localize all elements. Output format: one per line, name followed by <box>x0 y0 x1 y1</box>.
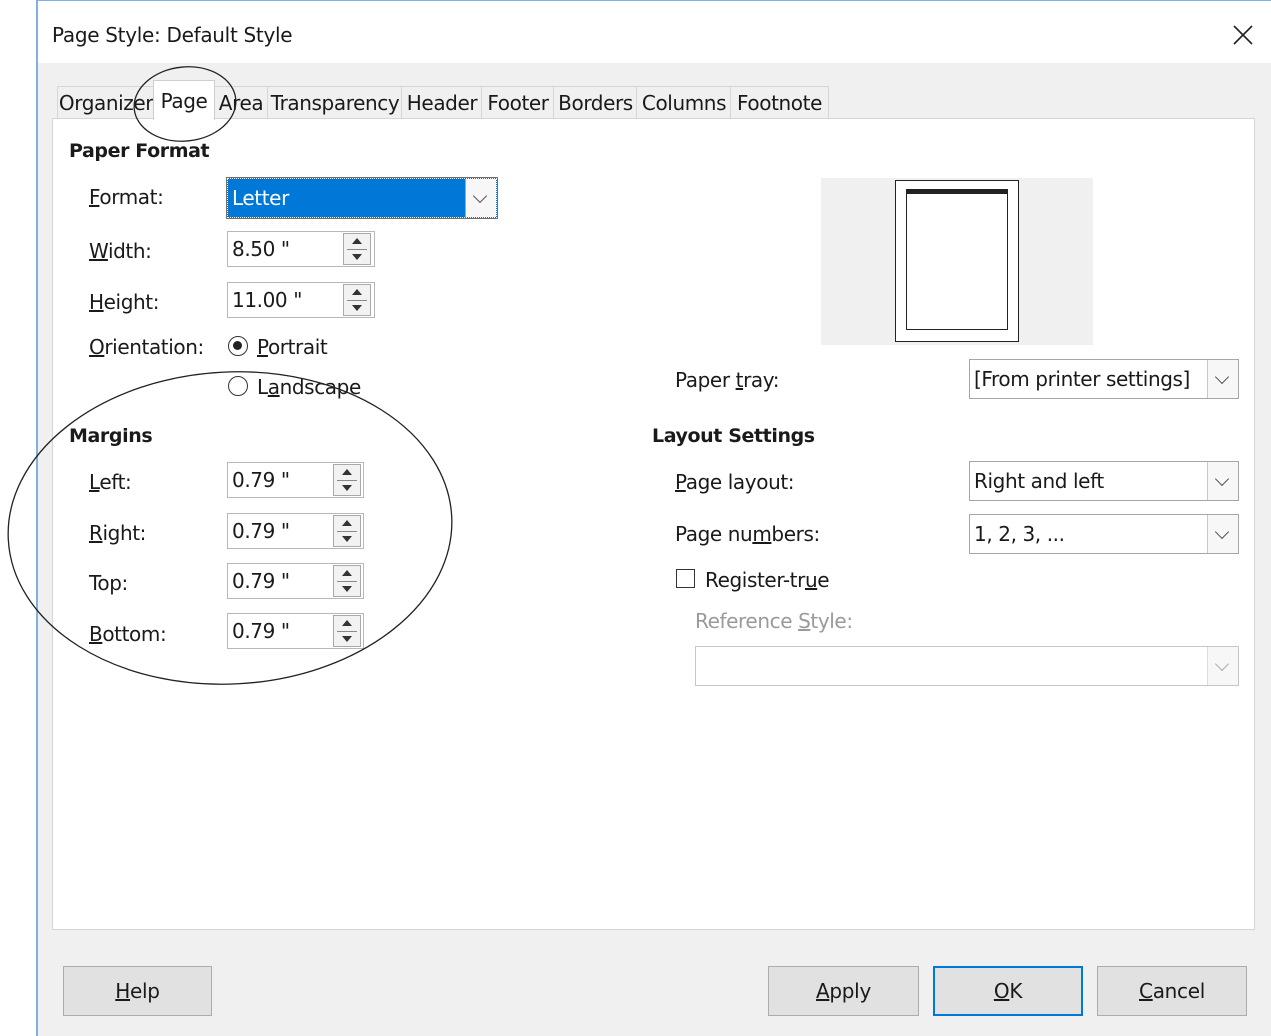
cancel-button[interactable]: Cancel <box>1097 966 1247 1016</box>
register-true-label[interactable]: Register-true <box>705 568 830 592</box>
page-layout-select[interactable]: Right and left <box>969 461 1239 501</box>
paper-tray-label: Paper tray: <box>675 368 780 392</box>
width-spin-button[interactable] <box>343 233 371 265</box>
arrow-down-icon <box>342 586 352 592</box>
landscape-radio[interactable] <box>228 376 248 396</box>
tab-footnote[interactable]: Footnote <box>730 86 829 119</box>
reference-style-select <box>695 646 1239 686</box>
right-margin-spin-button[interactable] <box>333 515 361 547</box>
tab-footer[interactable]: Footer <box>481 86 555 119</box>
portrait-radio[interactable] <box>228 336 248 356</box>
dialog-title: Page Style: Default Style <box>52 23 293 47</box>
close-icon[interactable] <box>1230 22 1256 48</box>
bottom-margin-label: Bottom: <box>89 622 167 646</box>
left-margin-value: 0.79 " <box>232 468 290 492</box>
page-numbers-value: 1, 2, 3, ... <box>974 522 1065 546</box>
format-select[interactable]: Letter <box>226 177 498 219</box>
arrow-up-icon <box>342 620 352 626</box>
portrait-label[interactable]: Portrait <box>257 335 328 359</box>
page-preview-margins <box>906 189 1008 330</box>
tab-area[interactable]: Area <box>213 86 269 119</box>
help-button[interactable]: Help <box>63 966 212 1016</box>
width-value: 8.50 " <box>232 237 290 261</box>
tab-page[interactable]: Page <box>153 80 215 120</box>
height-value: 11.00 " <box>232 288 303 312</box>
format-dropdown-button[interactable] <box>465 179 496 217</box>
reference-style-label: Reference Style: <box>695 609 853 633</box>
bottom-margin-value: 0.79 " <box>232 619 290 643</box>
left-margin-label: Left: <box>89 470 132 494</box>
format-value: Letter <box>232 186 289 210</box>
margins-heading: Margins <box>69 425 153 447</box>
orientation-label: Orientation: <box>89 335 204 359</box>
layout-settings-heading: Layout Settings <box>652 425 815 447</box>
left-margin-spin-button[interactable] <box>333 464 361 496</box>
tab-columns[interactable]: Columns <box>636 86 732 119</box>
page-layout-label: Page layout: <box>675 470 795 494</box>
arrow-up-icon <box>342 570 352 576</box>
arrow-up-icon <box>352 289 362 295</box>
format-label: Format: <box>89 185 164 209</box>
page-layout-value: Right and left <box>974 469 1104 493</box>
paper-tray-value: [From printer settings] <box>974 367 1190 391</box>
apply-button[interactable]: Apply <box>768 966 919 1016</box>
landscape-label[interactable]: Landscape <box>257 375 361 399</box>
paper-tray-dropdown-button[interactable] <box>1207 360 1238 398</box>
page-numbers-dropdown-button[interactable] <box>1207 515 1238 553</box>
page-layout-dropdown-button[interactable] <box>1207 462 1238 500</box>
arrow-down-icon <box>342 536 352 542</box>
paper-format-heading: Paper Format <box>69 140 210 162</box>
arrow-up-icon <box>342 520 352 526</box>
arrow-up-icon <box>342 469 352 475</box>
arrow-down-icon <box>342 485 352 491</box>
chevron-down-icon <box>1214 369 1230 385</box>
radio-selected-dot <box>233 341 242 350</box>
register-true-checkbox[interactable] <box>676 569 695 588</box>
top-margin-label: Top: <box>89 571 128 595</box>
arrow-down-icon <box>352 305 362 311</box>
arrow-down-icon <box>352 254 362 260</box>
chevron-down-icon <box>472 188 488 204</box>
page-numbers-select[interactable]: 1, 2, 3, ... <box>969 514 1239 554</box>
right-margin-value: 0.79 " <box>232 519 290 543</box>
chevron-down-icon <box>1214 471 1230 487</box>
top-margin-value: 0.79 " <box>232 569 290 593</box>
bottom-margin-spin-button[interactable] <box>333 615 361 647</box>
top-margin-spin-button[interactable] <box>333 565 361 597</box>
width-label: Width: <box>89 239 152 263</box>
tab-organizer[interactable]: Organizer <box>57 86 155 119</box>
page-numbers-label: Page numbers: <box>675 522 820 546</box>
reference-style-dropdown-button <box>1207 647 1238 685</box>
tab-transparency[interactable]: Transparency <box>267 86 403 119</box>
paper-tray-select[interactable]: [From printer settings] <box>969 359 1239 399</box>
height-spin-button[interactable] <box>343 284 371 316</box>
arrow-up-icon <box>352 238 362 244</box>
chevron-down-icon <box>1214 656 1230 672</box>
chevron-down-icon <box>1214 524 1230 540</box>
arrow-down-icon <box>342 636 352 642</box>
ok-button[interactable]: OK <box>933 966 1083 1016</box>
tab-header[interactable]: Header <box>401 86 483 119</box>
right-margin-label: Right: <box>89 521 147 545</box>
height-label: Height: <box>89 290 160 314</box>
tab-borders[interactable]: Borders <box>553 86 638 119</box>
page-preview-paper <box>895 180 1019 342</box>
